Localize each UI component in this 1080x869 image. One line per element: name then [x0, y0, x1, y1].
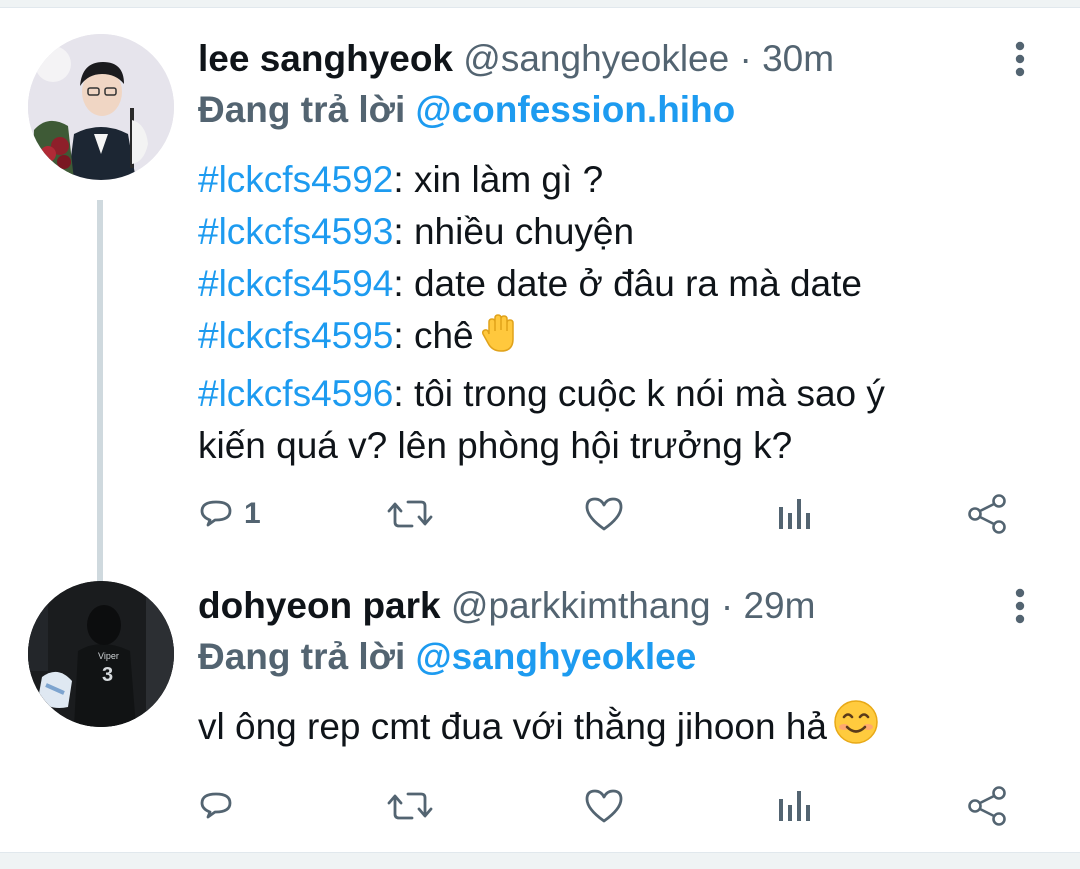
reply-count: 1	[244, 497, 261, 530]
thread-line	[97, 200, 103, 585]
raised-hand-emoji	[480, 312, 520, 368]
replying-to-mention[interactable]: @sanghyeoklee	[416, 636, 697, 677]
reply-button[interactable]	[198, 781, 244, 831]
replying-to-mention[interactable]: @confession.hiho	[416, 89, 736, 130]
author-handle[interactable]: @parkkimthang	[451, 585, 711, 626]
timestamp[interactable]: 29m	[743, 585, 815, 626]
avatar[interactable]: Viper 3	[28, 581, 174, 727]
tweet-actions: 1	[198, 489, 1038, 539]
like-button[interactable]	[583, 781, 625, 831]
replying-to-label: Đang trả lời	[198, 636, 406, 677]
line-text: : xin làm gì ?	[393, 159, 604, 200]
reply-icon	[200, 500, 232, 527]
timestamp[interactable]: 30m	[762, 38, 834, 79]
like-icon	[585, 789, 623, 823]
author-handle[interactable]: @sanghyeoklee	[463, 38, 729, 79]
smiling-face-emoji	[833, 699, 879, 759]
retweet-button[interactable]	[386, 781, 434, 831]
tweet-actions	[198, 781, 1038, 831]
avatar[interactable]	[28, 34, 174, 180]
author-name[interactable]: dohyeon park	[198, 585, 441, 626]
reply-icon	[200, 792, 232, 819]
hashtag-link[interactable]: #lckcfs4592	[198, 159, 393, 200]
tweet-2[interactable]: Viper 3 dohyeon park @parkkimthang · 29m…	[0, 575, 1080, 852]
stats-icon	[779, 791, 810, 821]
hashtag-link[interactable]: #lckcfs4596	[198, 373, 393, 414]
more-options-button[interactable]	[1000, 37, 1040, 81]
jersey-number: 3	[102, 664, 113, 686]
line-text: : nhiều chuyện	[393, 211, 635, 252]
hashtag-link[interactable]: #lckcfs4595	[198, 315, 393, 356]
tweet-header: dohyeon park @parkkimthang · 29m	[198, 584, 815, 628]
retweet-icon	[387, 792, 433, 820]
like-icon	[585, 497, 623, 531]
more-icon	[1015, 41, 1025, 77]
share-button[interactable]	[966, 781, 1010, 831]
separator: ·	[720, 585, 734, 626]
hashtag-link[interactable]: #lckcfs4594	[198, 263, 393, 304]
tweet-text: vl ông rep cmt đua với thằng jihoon hả	[198, 699, 1048, 759]
line-text: : date date ở đâu ra mà date	[393, 263, 862, 304]
tweet-header: lee sanghyeok @sanghyeoklee · 30m	[198, 37, 834, 81]
replying-to: Đang trả lời @sanghyeoklee	[198, 635, 696, 679]
tweet-line: #lckcfs4592: xin làm gì ?	[198, 154, 1048, 206]
stats-icon	[779, 499, 810, 529]
replying-to-label: Đang trả lời	[198, 89, 406, 130]
tweet-line: #lckcfs4593: nhiều chuyện	[198, 206, 1048, 258]
tweet-text: #lckcfs4592: xin làm gì ? #lckcfs4593: n…	[198, 154, 1048, 472]
tweet-line: kiến quá v? lên phòng hội trưởng k?	[198, 420, 1048, 472]
tweet-1[interactable]: lee sanghyeok @sanghyeoklee · 30m Đang t…	[0, 20, 1080, 585]
share-icon	[968, 494, 1006, 534]
top-divider	[0, 0, 1080, 8]
bottom-divider	[0, 852, 1080, 869]
share-button[interactable]	[966, 489, 1010, 539]
reply-button[interactable]: 1	[198, 489, 261, 539]
retweet-icon	[387, 500, 433, 528]
tweet-line: #lckcfs4594: date date ở đâu ra mà date	[198, 258, 1048, 310]
separator: ·	[739, 38, 752, 79]
line-text: : tôi trong cuộc k nói mà sao ý	[393, 373, 885, 414]
line-text: kiến quá v? lên phòng hội trưởng k?	[198, 425, 793, 466]
jersey-name: Viper	[98, 651, 119, 661]
stats-button[interactable]	[776, 489, 816, 539]
stats-button[interactable]	[776, 781, 816, 831]
like-button[interactable]	[583, 489, 625, 539]
line-text: : chê	[393, 315, 474, 356]
hashtag-link[interactable]: #lckcfs4593	[198, 211, 393, 252]
more-icon	[1015, 588, 1025, 624]
avatar-photo: Viper 3	[28, 581, 174, 727]
avatar-photo	[28, 34, 174, 180]
tweet-line: #lckcfs4596: tôi trong cuộc k nói mà sao…	[198, 368, 1048, 420]
retweet-button[interactable]	[386, 489, 434, 539]
share-icon	[968, 786, 1006, 826]
line-text: vl ông rep cmt đua với thằng jihoon hả	[198, 706, 827, 747]
tweet-line: #lckcfs4595: chê	[198, 310, 1048, 368]
author-name[interactable]: lee sanghyeok	[198, 38, 453, 79]
more-options-button[interactable]	[1000, 584, 1040, 628]
replying-to: Đang trả lời @confession.hiho	[198, 88, 735, 132]
